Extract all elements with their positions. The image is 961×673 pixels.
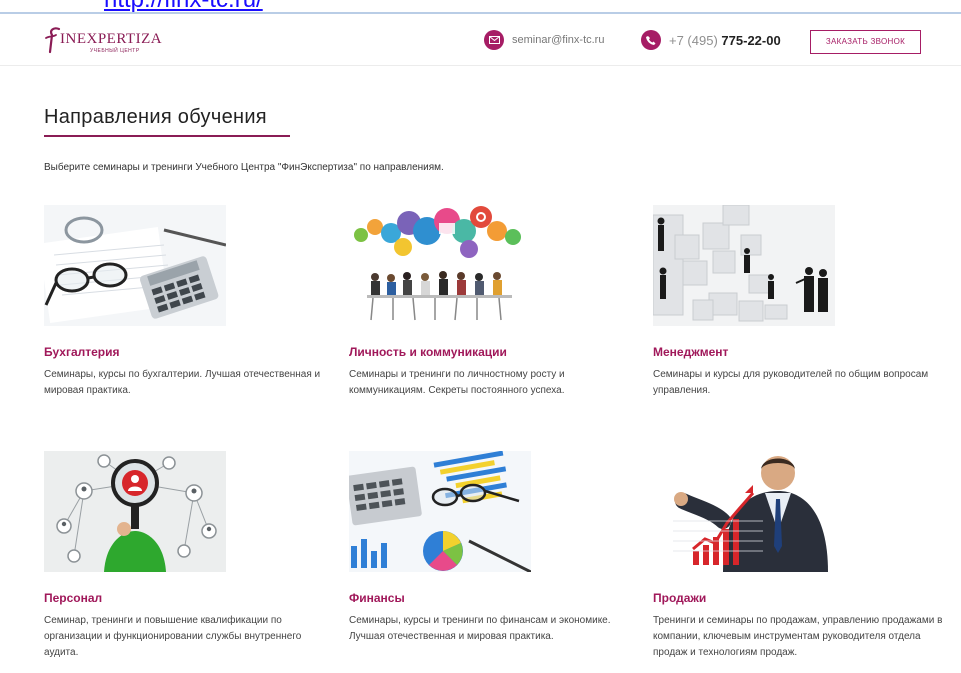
direction-description: Семинары и тренинги по личностному росту… bbox=[349, 369, 565, 396]
direction-title[interactable]: Персонал bbox=[44, 591, 334, 605]
title-underline bbox=[44, 135, 290, 137]
accounting-photo[interactable] bbox=[44, 205, 226, 326]
email-link[interactable]: seminar@finx-tc.ru bbox=[512, 34, 604, 46]
phone-main: 775-22-00 bbox=[721, 32, 781, 48]
direction-description: Тренинги и семинары по продажам, управле… bbox=[653, 615, 943, 658]
phone-number[interactable]: +7 (495) 775-22-00 bbox=[669, 33, 781, 48]
direction-title[interactable]: Менеджмент bbox=[653, 345, 943, 359]
direction-title[interactable]: Личность и коммуникации bbox=[349, 345, 639, 359]
sales-photo[interactable] bbox=[653, 451, 835, 572]
communication-photo[interactable] bbox=[349, 205, 531, 326]
request-call-button[interactable]: ЗАКАЗАТЬ ЗВОНОК bbox=[810, 30, 921, 54]
page-title: Направления обучения bbox=[44, 106, 267, 128]
direction-card-sales[interactable]: Продажи Тренинги и семинары по продажам,… bbox=[653, 451, 943, 661]
direction-description: Семинар, тренинги и повышение квалификац… bbox=[44, 615, 302, 658]
direction-description: Семинары, курсы по бухгалтерии. Лучшая о… bbox=[44, 369, 321, 396]
finance-photo[interactable] bbox=[349, 451, 531, 572]
email-contact[interactable]: seminar@finx-tc.ru bbox=[484, 30, 604, 50]
logo-text: INEXPERTIZA bbox=[60, 31, 163, 47]
intro-text: Выберите семинары и тренинги Учебного Це… bbox=[44, 162, 444, 173]
direction-title[interactable]: Продажи bbox=[653, 591, 943, 605]
phone-icon bbox=[641, 30, 661, 50]
phone-prefix: +7 (495) bbox=[669, 32, 718, 48]
direction-title[interactable]: Финансы bbox=[349, 591, 639, 605]
site-header: INEXPERTIZA УЧЕБНЫЙ ЦЕНТР seminar@finx-t… bbox=[0, 12, 961, 66]
envelope-icon bbox=[484, 30, 504, 50]
direction-card-communication[interactable]: Личность и коммуникации Семинары и трени… bbox=[349, 205, 639, 399]
management-photo[interactable] bbox=[653, 205, 835, 326]
direction-card-finance[interactable]: Финансы Семинары, курсы и тренинги по фи… bbox=[349, 451, 639, 645]
direction-title[interactable]: Бухгалтерия bbox=[44, 345, 334, 359]
direction-card-management[interactable]: Менеджмент Семинары и курсы для руководи… bbox=[653, 205, 943, 399]
direction-description: Семинары и курсы для руководителей по об… bbox=[653, 369, 929, 396]
personnel-photo[interactable] bbox=[44, 451, 226, 572]
direction-card-accounting[interactable]: Бухгалтерия Семинары, курсы по бухгалтер… bbox=[44, 205, 334, 399]
phone-contact[interactable]: +7 (495) 775-22-00 bbox=[641, 30, 781, 50]
direction-description: Семинары, курсы и тренинги по финансам и… bbox=[349, 615, 611, 642]
logo-subtitle: УЧЕБНЫЙ ЦЕНТР bbox=[90, 48, 140, 54]
direction-card-personnel[interactable]: Персонал Семинар, тренинги и повышение к… bbox=[44, 451, 334, 661]
